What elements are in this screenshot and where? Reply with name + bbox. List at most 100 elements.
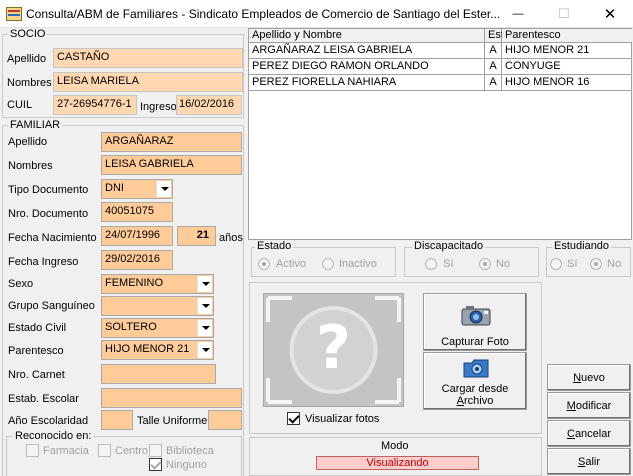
estado-civil-select[interactable]: SOLTERO [101, 318, 214, 338]
fecha-ingreso-label: Fecha Ingreso [8, 256, 79, 268]
fecha-nacimiento-label: Fecha Nacimiento [8, 232, 97, 244]
table-row-cell[interactable]: CONYUGE [502, 59, 632, 75]
table-row-cell[interactable]: PEREZ FIORELLA NAHIARA [249, 75, 485, 91]
anio-escolaridad-label: Año Escolaridad [8, 415, 89, 427]
estab-escolar-label: Estab. Escolar [8, 393, 79, 405]
edad-field[interactable]: 21 [177, 226, 216, 246]
tipo-documento-value: DNI [105, 182, 124, 194]
discapacitado-no-radio[interactable] [479, 258, 491, 270]
discapacitado-si-radio[interactable] [425, 258, 437, 270]
familiar-apellido-field[interactable]: ARGAÑARAZ [101, 132, 242, 152]
anios-label: años [219, 232, 243, 244]
farmacia-checkbox[interactable] [26, 444, 39, 457]
estado-inactivo-radio[interactable] [322, 258, 334, 270]
discapacitado-group-label: Discapacitado [412, 240, 486, 252]
talle-uniforme-field[interactable] [208, 410, 242, 430]
grid-header-nombre[interactable]: Apellido y Nombre [249, 29, 485, 43]
table-row-cell[interactable]: A [485, 43, 502, 59]
socio-apellido-label: Apellido [7, 53, 47, 65]
ninguno-checkbox[interactable] [149, 458, 162, 471]
socio-cuil-field[interactable]: 27-26954776-1 [53, 95, 137, 115]
familiar-nombres-field[interactable]: LEISA GABRIELA [101, 155, 242, 175]
window-title: Consulta/ABM de Familiares - Sindicato E… [26, 7, 501, 21]
centro-checkbox[interactable] [98, 444, 111, 457]
salir-button[interactable]: Salir [547, 448, 631, 475]
familiar-group-label: FAMILIAR [8, 119, 63, 131]
chevron-down-icon[interactable] [197, 298, 212, 314]
nuevo-label: Nuevo [573, 372, 605, 384]
salir-label-rest: alir [585, 455, 600, 468]
title-bar[interactable]: Consulta/ABM de Familiares - Sindicato E… [0, 0, 633, 28]
sexo-select[interactable]: FEMENINO [101, 274, 214, 294]
modificar-label-rest: odificar [575, 399, 612, 412]
table-row-cell[interactable]: PEREZ DIEGO RAMON ORLANDO [249, 59, 485, 75]
nro-documento-label: Nro. Documento [8, 208, 89, 220]
modificar-label-underline: M [566, 399, 576, 412]
cancelar-label-underline: C [566, 427, 575, 440]
chevron-down-icon[interactable] [197, 342, 212, 358]
estab-escolar-field[interactable] [101, 388, 242, 408]
tipo-documento-label: Tipo Documento [8, 184, 89, 196]
grupo-sanguineo-select[interactable] [101, 296, 214, 316]
fecha-ingreso-field[interactable]: 29/02/2016 [101, 250, 173, 270]
minimize-icon: — [512, 8, 524, 20]
nro-carnet-field[interactable] [101, 364, 216, 384]
discapacitado-si-label: Sí [443, 258, 454, 270]
estudiando-no-radio[interactable] [590, 258, 602, 270]
estudiando-si-radio[interactable] [550, 258, 562, 270]
maximize-button[interactable]: ☐ [541, 0, 587, 28]
table-row-cell[interactable]: HIJO MENOR 21 [502, 43, 632, 59]
socio-cuil-label: CUIL [7, 99, 33, 111]
estudiando-group-label: Estudiando [552, 240, 612, 252]
modificar-label: Modificar [567, 400, 612, 412]
biblioteca-checkbox[interactable] [149, 444, 162, 457]
grid-header-est[interactable]: Est [485, 29, 504, 43]
cancelar-label-rest: ancelar [574, 427, 612, 440]
app-icon [6, 7, 22, 21]
estado-activo-radio[interactable] [258, 258, 270, 270]
close-icon: ✕ [603, 6, 617, 23]
modificar-button[interactable]: Modificar [547, 392, 631, 419]
minimize-button[interactable]: — [495, 0, 541, 28]
anio-escolaridad-field[interactable] [101, 410, 133, 430]
chevron-down-icon[interactable] [197, 276, 212, 292]
table-row-cell[interactable]: A [485, 59, 502, 75]
cargar-archivo-button[interactable]: Cargar desde Archivo [423, 352, 527, 410]
table-row-cell[interactable]: HIJO MENOR 16 [502, 75, 632, 91]
estado-civil-label: Estado Civil [8, 322, 67, 334]
archivo-label-underline: A [456, 395, 464, 407]
cancelar-button[interactable]: Cancelar [547, 420, 631, 447]
parentesco-value: HIJO MENOR 21 [105, 343, 190, 355]
question-mark-icon: ? [316, 313, 351, 383]
tipo-documento-select[interactable]: DNI [101, 179, 173, 199]
chevron-down-icon[interactable] [197, 320, 212, 336]
centro-label: Centro [115, 445, 149, 457]
close-button[interactable]: ✕ [587, 0, 633, 28]
capturar-foto-button[interactable]: Capturar Foto [423, 293, 527, 351]
table-row-cell[interactable]: ARGAÑARAZ LEISA GABRIELA [249, 43, 485, 59]
socio-group-label: SOCIO [8, 28, 48, 40]
modo-label: Modo [381, 440, 409, 452]
fecha-nacimiento-field[interactable]: 24/07/1996 [101, 226, 173, 246]
grupo-sanguineo-label: Grupo Sanguíneo [8, 300, 95, 312]
parentesco-select[interactable]: HIJO MENOR 21 [101, 340, 214, 360]
chevron-down-icon[interactable] [156, 181, 171, 197]
estado-activo-label: Activo [276, 258, 306, 270]
socio-ingreso-field[interactable]: 16/02/2016 [176, 95, 242, 115]
socio-nombres-label: Nombres [7, 77, 52, 89]
socio-nombres-field[interactable]: LEISA MARIELA [53, 72, 243, 92]
socio-apellido-field[interactable]: CASTAÑO [53, 48, 243, 68]
farmacia-label: Farmacia [43, 445, 89, 457]
grid-header-parentesco[interactable]: Parentesco [502, 29, 632, 43]
archivo-label: Archivo [456, 395, 494, 407]
nro-documento-field[interactable]: 40051075 [101, 202, 173, 222]
parentesco-label: Parentesco [8, 345, 64, 357]
familiares-grid[interactable]: Apellido y Nombre Est Parentesco ARGAÑAR… [248, 28, 632, 240]
nuevo-label-rest: uevo [581, 371, 605, 384]
nro-carnet-label: Nro. Carnet [8, 369, 65, 381]
estudiando-si-label: Sí [567, 258, 578, 270]
estado-inactivo-label: Inactivo [339, 258, 377, 270]
table-row-cell[interactable]: A [485, 75, 502, 91]
nuevo-button[interactable]: Nuevo [547, 364, 631, 391]
visualizar-fotos-checkbox[interactable] [287, 412, 300, 425]
